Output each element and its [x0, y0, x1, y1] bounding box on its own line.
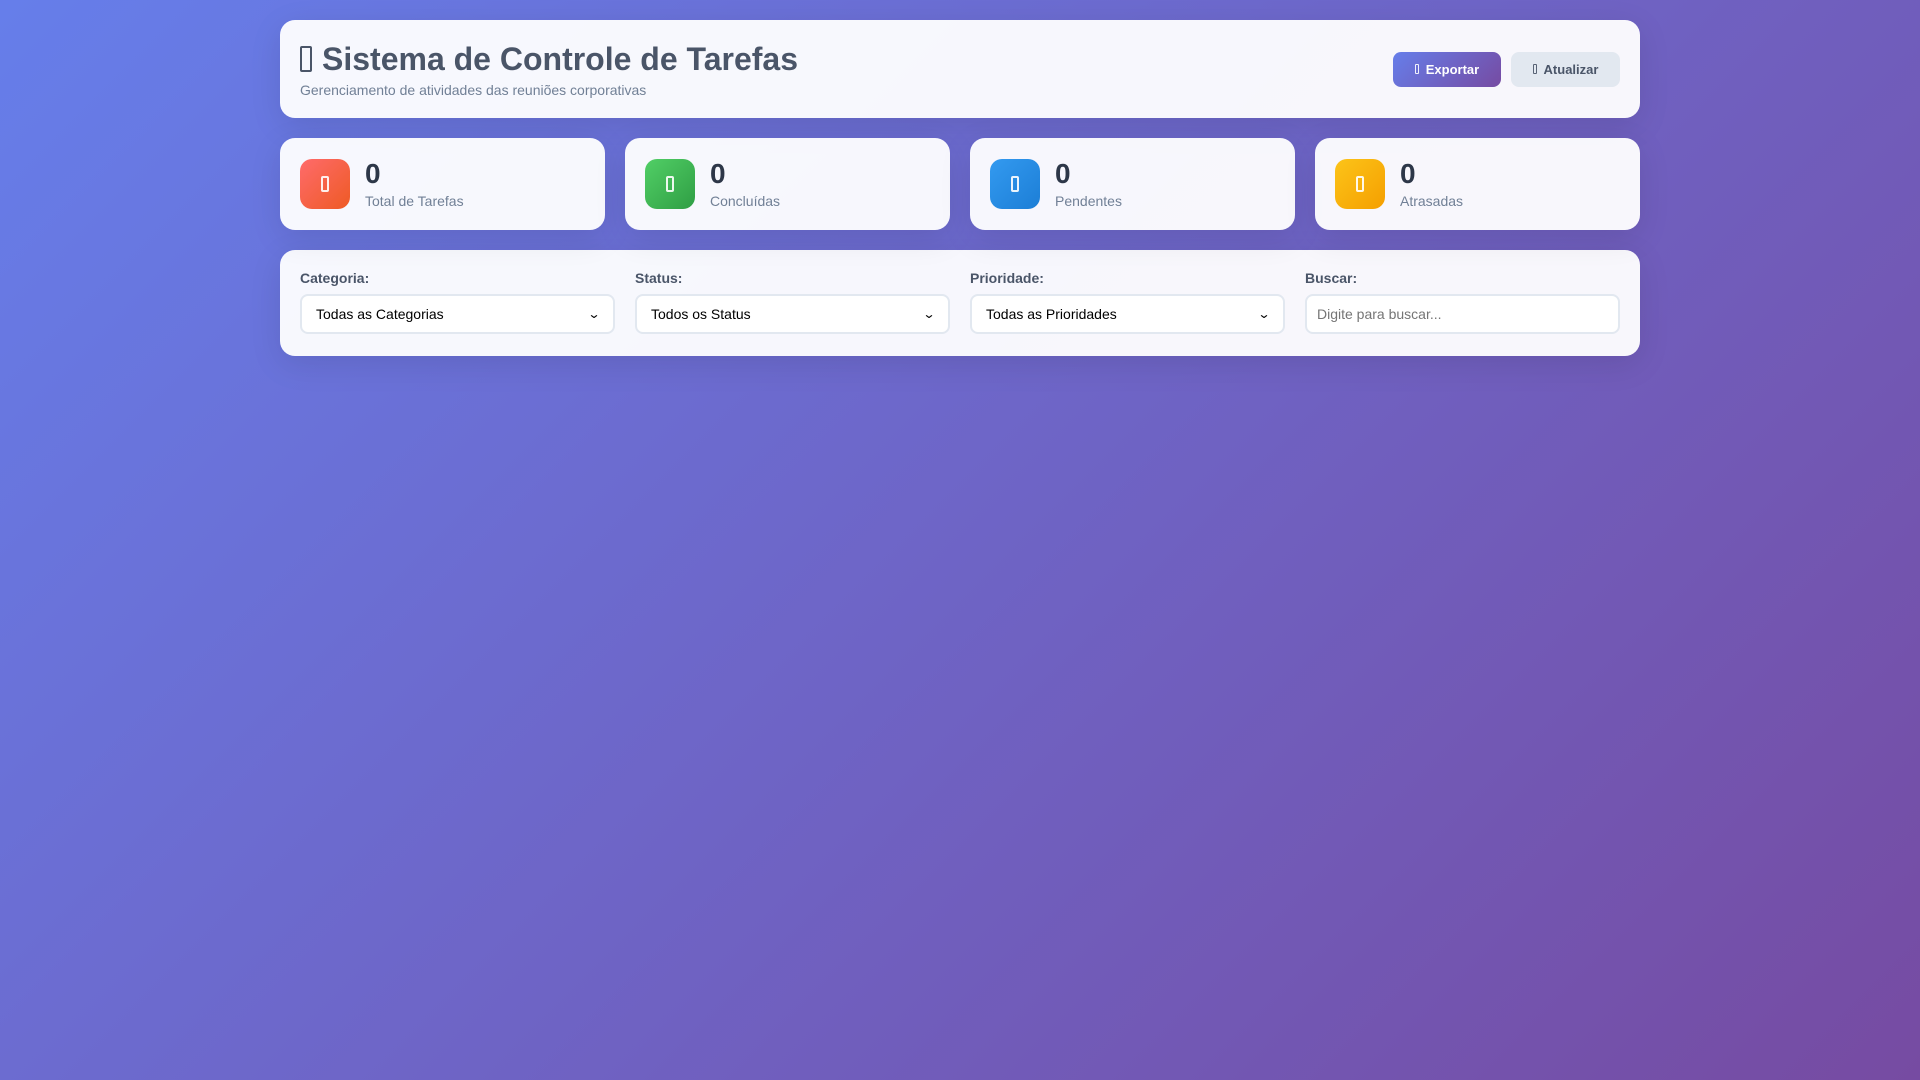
chevron-down-icon: ⌄: [587, 307, 601, 321]
filter-priority: Prioridade: Todas as Prioridades ⌄: [970, 270, 1285, 336]
status-select[interactable]: Todos os Status ⌄: [635, 294, 950, 334]
category-selected-value: Todas as Categorias: [316, 306, 444, 322]
refresh-button-label: Atualizar: [1543, 61, 1599, 77]
chevron-down-icon: ⌄: [922, 307, 936, 321]
warning-icon: [1335, 159, 1385, 209]
export-button-label: Exportar: [1425, 61, 1480, 77]
stat-value-pending: 0: [1055, 158, 1071, 189]
priority-label: Prioridade:: [970, 270, 1044, 286]
category-select[interactable]: Todas as Categorias ⌄: [300, 294, 615, 334]
app-container: Sistema de Controle de Tarefas Gerenciam…: [280, 20, 1640, 356]
stat-card-total: 0 Total de Tarefas: [280, 138, 605, 230]
header-text: Sistema de Controle de Tarefas Gerenciam…: [300, 40, 798, 98]
stat-card-pending: 0 Pendentes: [970, 138, 1295, 230]
search-label: Buscar:: [1305, 270, 1358, 286]
status-selected-value: Todos os Status: [651, 306, 751, 322]
stat-text: 0 Pendentes: [1055, 158, 1122, 210]
filter-status: Status: Todos os Status ⌄: [635, 270, 950, 336]
header-actions: Exportar Atualizar: [1393, 51, 1620, 87]
search-input[interactable]: [1305, 294, 1620, 334]
page-title-text: Sistema de Controle de Tarefas: [322, 41, 798, 77]
refresh-icon: [1532, 64, 1537, 74]
page-title: Sistema de Controle de Tarefas: [300, 40, 798, 78]
page-header: Sistema de Controle de Tarefas Gerenciam…: [280, 20, 1640, 118]
filter-search: Buscar:: [1305, 270, 1620, 336]
tasks-icon: [300, 159, 350, 209]
stat-card-overdue: 0 Atrasadas: [1315, 138, 1640, 230]
export-button[interactable]: Exportar: [1393, 51, 1501, 87]
refresh-button[interactable]: Atualizar: [1511, 51, 1620, 87]
stat-label-completed: Concluídas: [710, 193, 781, 209]
stat-label-total: Total de Tarefas: [365, 193, 464, 209]
priority-selected-value: Todas as Prioridades: [986, 306, 1117, 322]
filter-category: Categoria: Todas as Categorias ⌄: [300, 270, 615, 336]
stat-value-overdue: 0: [1400, 158, 1416, 189]
stat-label-pending: Pendentes: [1055, 193, 1122, 209]
priority-select[interactable]: Todas as Prioridades ⌄: [970, 294, 1285, 334]
filters-panel: Categoria: Todas as Categorias ⌄ Status:…: [280, 250, 1640, 356]
stat-text: 0 Atrasadas: [1400, 158, 1464, 210]
stat-text: 0 Total de Tarefas: [365, 158, 464, 210]
stat-value-total: 0: [365, 158, 381, 189]
status-label: Status:: [635, 270, 683, 286]
stats-row: 0 Total de Tarefas 0 Concluídas 0 Penden…: [280, 138, 1640, 230]
page-subtitle: Gerenciamento de atividades das reuniões…: [300, 82, 647, 98]
check-icon: [645, 159, 695, 209]
stat-card-completed: 0 Concluídas: [625, 138, 950, 230]
stat-value-completed: 0: [710, 158, 726, 189]
clipboard-icon: [300, 46, 312, 72]
stat-label-overdue: Atrasadas: [1400, 193, 1464, 209]
category-label: Categoria:: [300, 270, 370, 286]
stat-text: 0 Concluídas: [710, 158, 781, 210]
download-icon: [1414, 64, 1419, 74]
clock-icon: [990, 159, 1040, 209]
chevron-down-icon: ⌄: [1257, 307, 1271, 321]
